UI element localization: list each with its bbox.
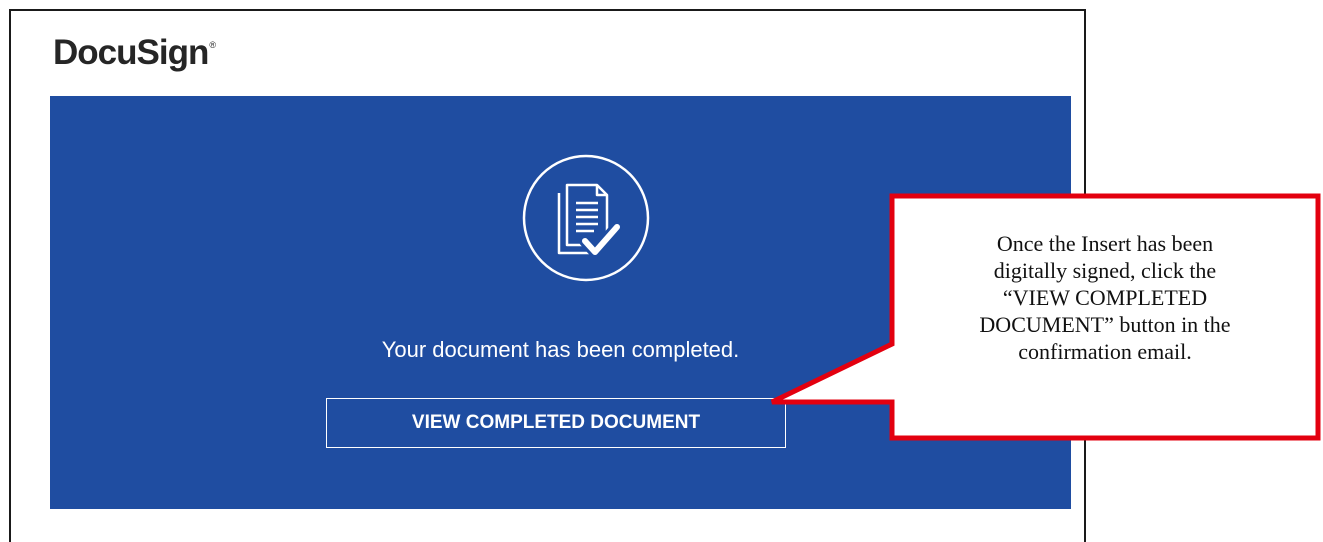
view-completed-document-button[interactable]: VIEW COMPLETED DOCUMENT	[326, 398, 786, 448]
callout-line: Once the Insert has been	[996, 231, 1214, 256]
callout-line: digitally signed, click the	[993, 258, 1217, 283]
callout-line: “VIEW COMPLETED	[1002, 285, 1208, 310]
callout-line: DOCUMENT” button in the	[979, 312, 1231, 337]
logo-registered-mark: ®	[209, 40, 216, 50]
callout-text: Once the Insert has been digitally signe…	[920, 230, 1290, 365]
callout-line: confirmation email.	[1018, 339, 1192, 364]
completion-banner: Your document has been completed. VIEW C…	[50, 96, 1071, 509]
logo-text: DocuSign	[53, 33, 209, 72]
docusign-logo: DocuSign®	[53, 33, 216, 72]
document-check-icon	[521, 153, 651, 283]
completion-message: Your document has been completed.	[381, 337, 740, 362]
